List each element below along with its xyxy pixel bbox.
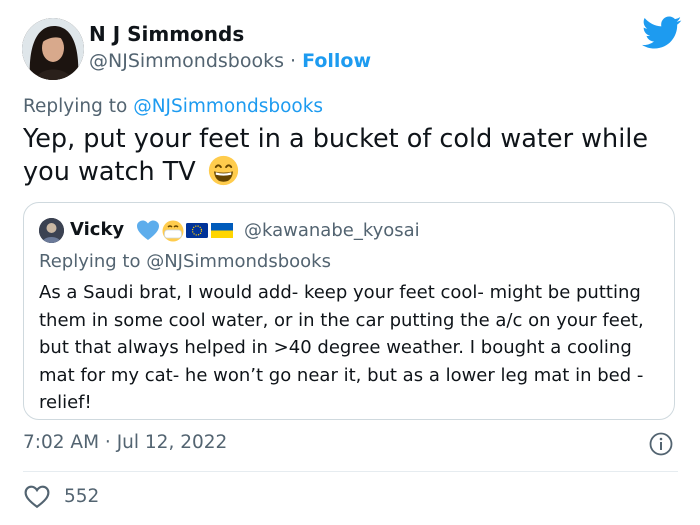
quoted-author-handle[interactable]: @kawanabe_kyosai (244, 220, 420, 241)
tweet-date[interactable]: Jul 12, 2022 (117, 432, 228, 453)
quoted-tweet-card[interactable]: Vicky @kawanabe_kyosai Replying to @NJSi… (23, 202, 675, 420)
quoted-reply-prefix: Replying to (39, 251, 147, 272)
timestamp-row[interactable]: 7:02 AM · Jul 12, 2022 (23, 432, 227, 453)
author-handle-row: @NJSimmondsbooks · Follow (89, 50, 371, 72)
twitter-bird-icon[interactable] (642, 16, 682, 50)
ukraine-flag-emoji (211, 223, 233, 238)
info-icon[interactable] (649, 432, 673, 456)
grinning-face-emoji (208, 155, 238, 186)
quoted-reply-context: Replying to @NJSimmondsbooks (39, 251, 331, 272)
mask-face-emoji (162, 220, 184, 242)
like-count: 552 (64, 486, 100, 507)
author-name[interactable]: N J Simmonds (89, 22, 244, 46)
tweet-text: Yep, put your feet in a bucket of cold w… (23, 123, 683, 188)
handle-separator: · (284, 50, 303, 72)
blue-heart-emoji (137, 220, 159, 240)
reply-handle-link[interactable]: @NJSimmondsbooks (133, 96, 323, 117)
eu-flag-emoji (186, 223, 208, 238)
reply-context: Replying to @NJSimmondsbooks (23, 96, 323, 117)
quoted-reply-handle[interactable]: @NJSimmondsbooks (146, 251, 331, 272)
author-handle[interactable]: @NJSimmondsbooks (89, 50, 284, 72)
author-avatar[interactable] (22, 18, 84, 80)
heart-like-icon[interactable] (24, 485, 50, 509)
tweet-time[interactable]: 7:02 AM (23, 432, 99, 453)
follow-button[interactable]: Follow (302, 50, 371, 72)
quoted-author-avatar[interactable] (39, 218, 64, 243)
quoted-name-emojis (136, 219, 236, 243)
divider (23, 471, 678, 472)
quoted-tweet-text: As a Saudi brat, I would add- keep your … (39, 282, 644, 413)
quoted-author-name[interactable]: Vicky (70, 219, 124, 240)
time-separator: · (99, 432, 117, 453)
reply-prefix: Replying to (23, 96, 134, 117)
tweet-body: Yep, put your feet in a bucket of cold w… (23, 124, 649, 187)
